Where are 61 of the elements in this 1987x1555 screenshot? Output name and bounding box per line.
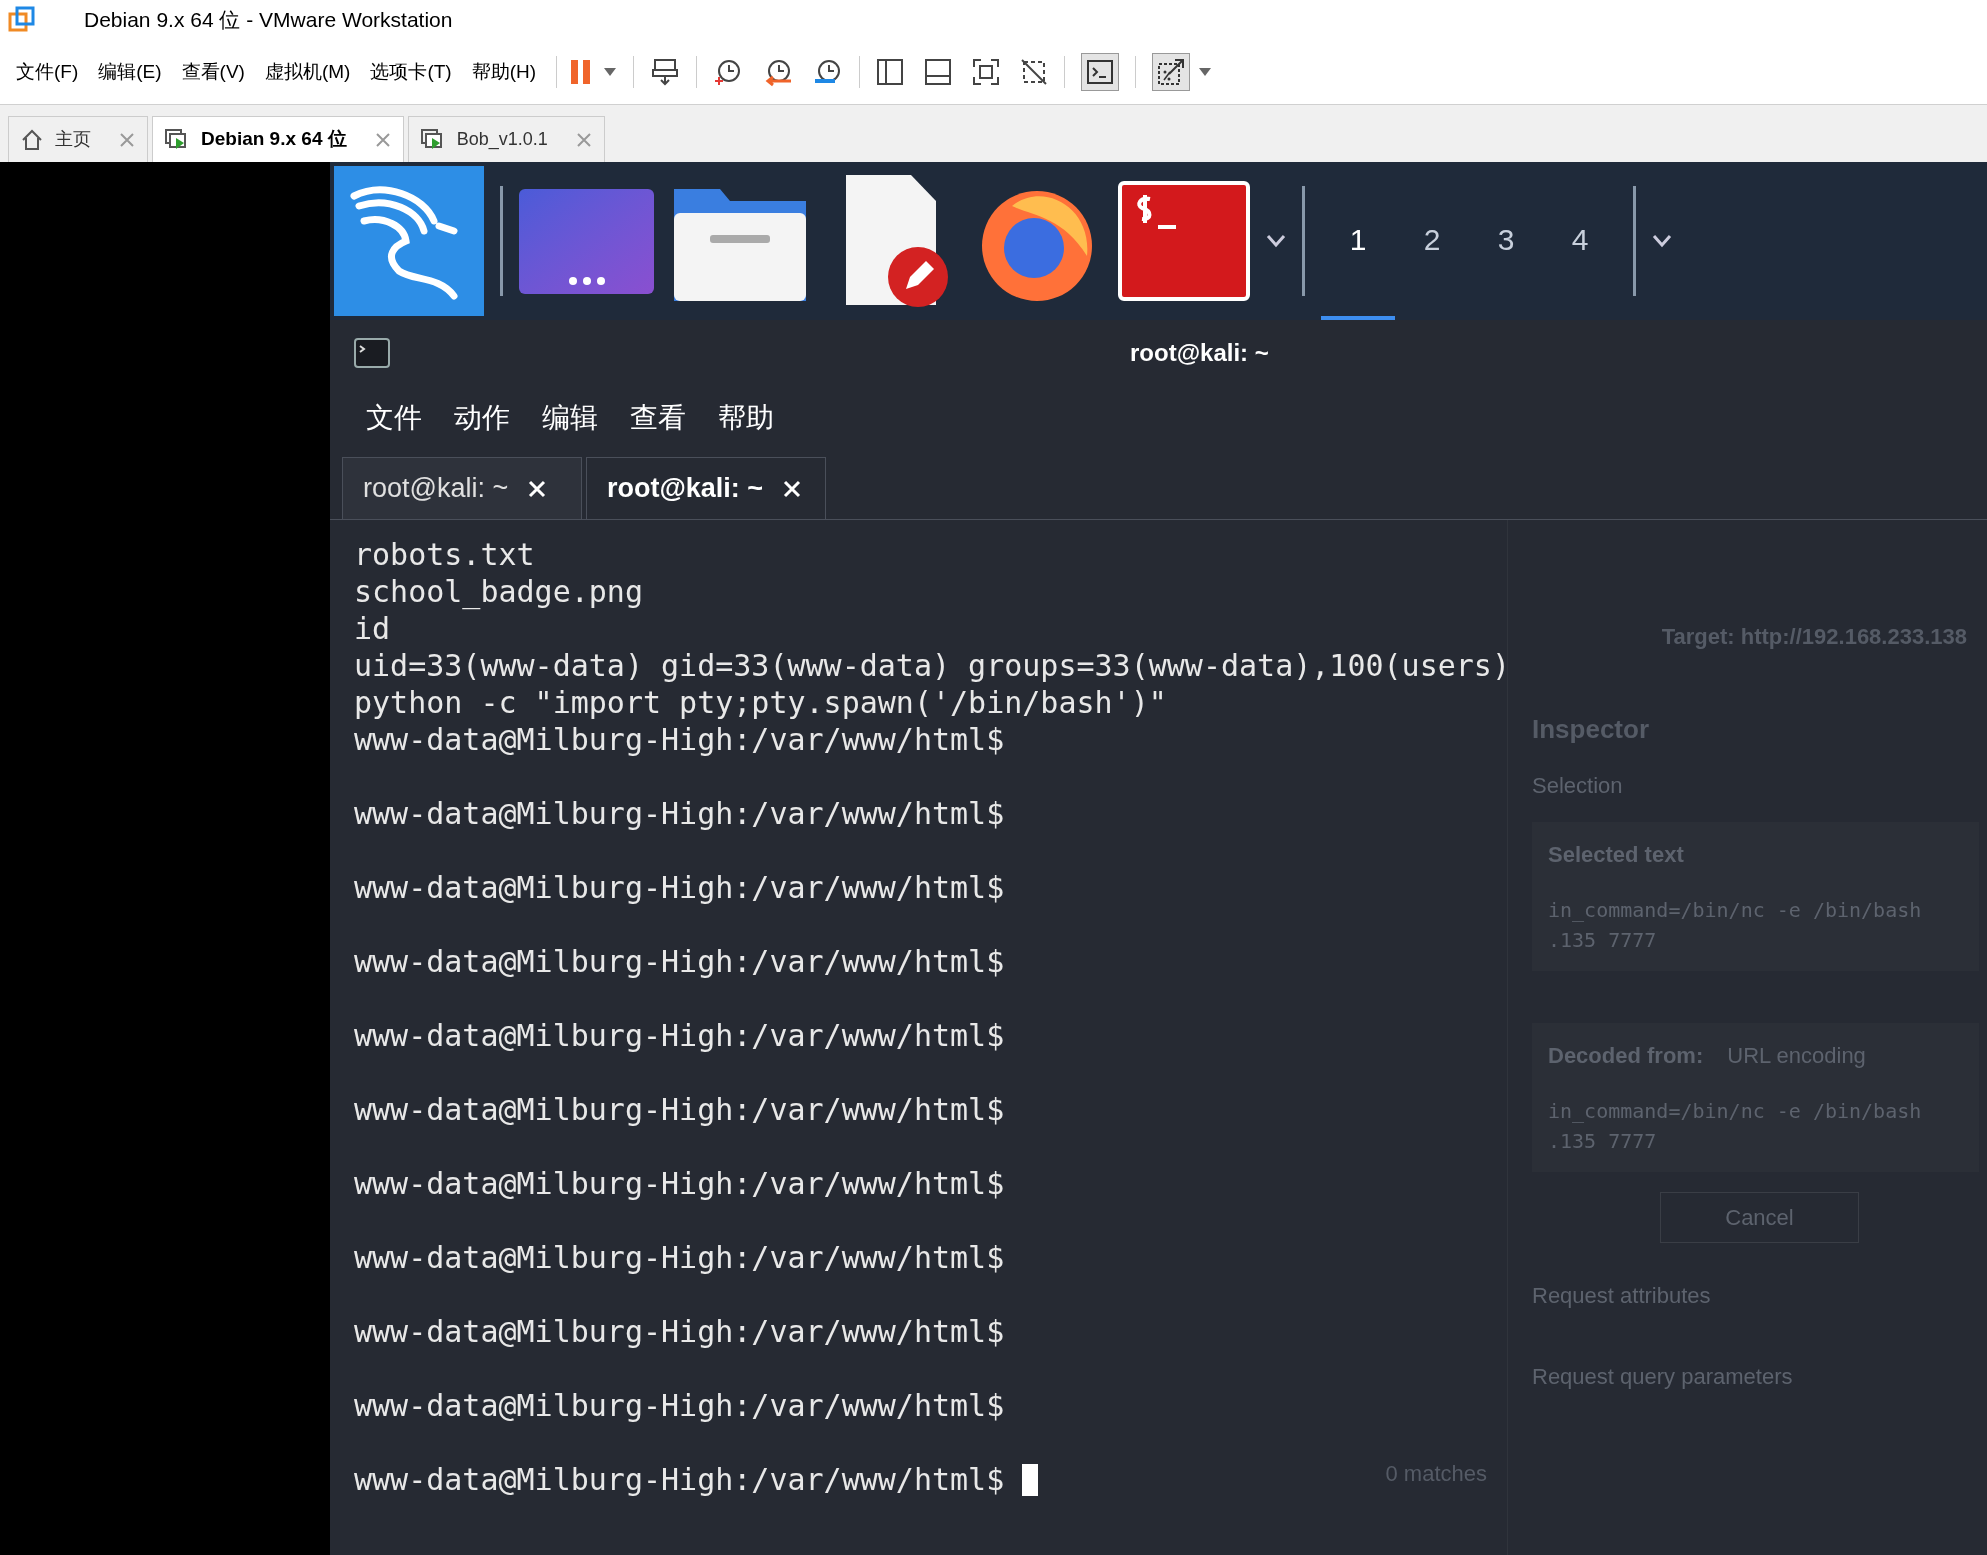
- terminal-output: python -c "import pty;pty.spawn('/bin/bash')": [354, 684, 1167, 721]
- menu-item[interactable]: 帮助: [718, 397, 774, 439]
- vm-play-icon: [420, 128, 445, 151]
- shell-prompt: www-data@Milburg-High:/var/www/html$: [354, 1165, 1005, 1202]
- menu-item[interactable]: 选项卡(T): [362, 57, 460, 87]
- terminal-output: school_badge.png: [354, 573, 643, 610]
- fullscreen-icon[interactable]: [972, 58, 1001, 86]
- tab[interactable]: Bob_v1.0.1: [407, 116, 605, 162]
- shell-prompt: www-data@Milburg-High:/var/www/html$: [354, 721, 1005, 758]
- terminal-output: id: [354, 610, 391, 647]
- menu-item[interactable]: 动作: [454, 397, 510, 439]
- shell-prompt: www-data@Milburg-High:/var/www/html$: [354, 795, 1005, 832]
- terminal-launcher-button[interactable]: [1118, 181, 1250, 301]
- chevron-down-icon[interactable]: [1652, 234, 1672, 248]
- menu-item[interactable]: 帮助(H): [463, 57, 545, 87]
- unity-off-icon[interactable]: [1020, 58, 1049, 86]
- tab[interactable]: Debian 9.x 64 位: [152, 116, 404, 162]
- stretch-icon: [1157, 58, 1186, 86]
- menu-item[interactable]: 编辑(E): [90, 57, 170, 87]
- terminal-output: uid=33(www-data) gid=33(www-data) groups=33(www-data),100(users): [354, 647, 1510, 684]
- shell-prompt: www-data@Milburg-High:/var/www/html$: [354, 1461, 1005, 1498]
- shell-prompt: www-data@Milburg-High:/var/www/html$: [354, 943, 1005, 980]
- menu-item[interactable]: 编辑: [542, 397, 598, 439]
- terminal-title: root@kali: ~: [1130, 338, 1269, 368]
- caret-icon[interactable]: [603, 67, 618, 77]
- shell-prompt: www-data@Milburg-High:/var/www/html$: [354, 1313, 1005, 1350]
- stretch-button[interactable]: [1152, 53, 1191, 91]
- revert-snapshot-icon[interactable]: [763, 57, 794, 87]
- shell-prompt: www-data@Milburg-High:/var/www/html$: [354, 1239, 1005, 1276]
- menu-item[interactable]: 文件(F): [8, 57, 87, 87]
- workspace-button[interactable]: 3: [1469, 162, 1543, 320]
- network-icon[interactable]: [650, 57, 681, 87]
- home-icon: [21, 128, 43, 151]
- shell-prompt: www-data@Milburg-High:/var/www/html$: [354, 869, 1005, 906]
- selection-label: Selection: [1532, 772, 1624, 800]
- menu-item[interactable]: 文件: [366, 397, 422, 439]
- sidebar-layout-icon[interactable]: [876, 58, 905, 86]
- app-logo-icon: [8, 6, 36, 34]
- terminal-icon: [354, 338, 390, 368]
- workspace-button[interactable]: 4: [1543, 162, 1617, 320]
- menu-item[interactable]: 查看: [630, 397, 686, 439]
- shell-prompt: www-data@Milburg-High:/var/www/html$: [354, 1091, 1005, 1128]
- terminal-output: robots.txt: [354, 536, 535, 573]
- bottom-panel-layout-icon[interactable]: [924, 58, 953, 86]
- vm-play-icon: [165, 128, 189, 151]
- shell-prompt: www-data@Milburg-High:/var/www/html$: [354, 1017, 1005, 1054]
- workspace-button[interactable]: 2: [1395, 162, 1469, 320]
- menu-item[interactable]: 查看(V): [173, 57, 253, 87]
- start-menu-button[interactable]: [334, 166, 484, 316]
- chevron-down-icon[interactable]: [1266, 234, 1286, 248]
- terminal-tab[interactable]: root@kali: ~: [586, 457, 826, 519]
- window-thumbnail-icon[interactable]: [519, 188, 654, 294]
- terminal-tab[interactable]: root@kali: ~: [342, 457, 582, 519]
- menu-item[interactable]: 虚拟机(M): [256, 57, 359, 87]
- dots-icon: [566, 275, 607, 286]
- terminal-icon: [1087, 60, 1114, 84]
- tab[interactable]: 主页: [8, 116, 148, 162]
- window-title: Debian 9.x 64 位 - VMware Workstation: [83, 7, 453, 34]
- console-button[interactable]: [1081, 53, 1120, 91]
- caret-icon[interactable]: [1198, 67, 1213, 77]
- shell-prompt: www-data@Milburg-High:/var/www/html$: [354, 1387, 1005, 1424]
